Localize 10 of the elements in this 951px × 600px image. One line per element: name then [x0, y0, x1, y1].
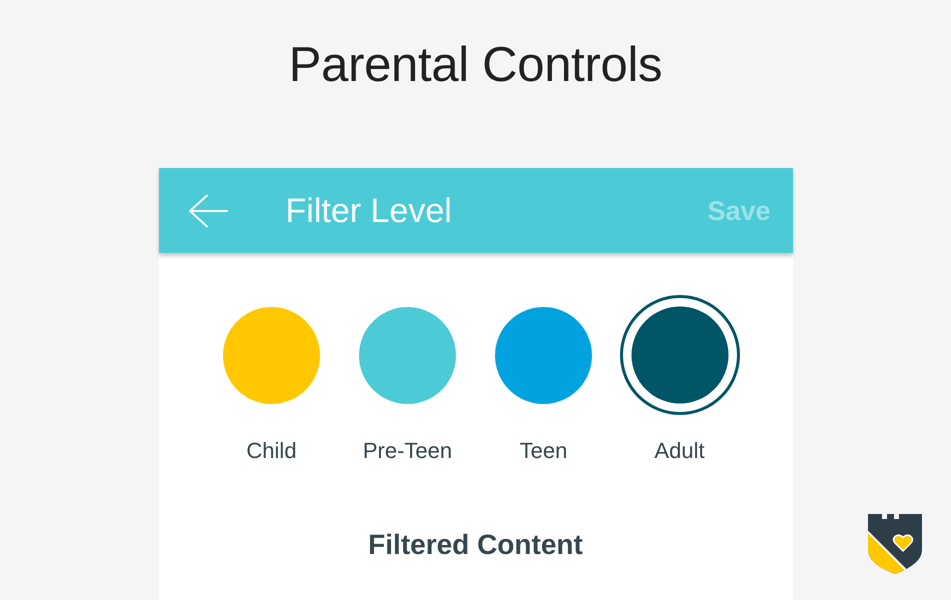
shield-heart-logo-icon	[868, 514, 922, 574]
filter-level-option[interactable]: Adult	[612, 295, 748, 464]
filter-level-option[interactable]: Child	[204, 295, 340, 464]
filter-level-option[interactable]: Pre-Teen	[340, 295, 476, 464]
back-arrow-icon	[188, 194, 228, 228]
page-title: Parental Controls	[288, 37, 662, 94]
back-button[interactable]	[188, 194, 228, 228]
screen-title: Filter Level	[286, 190, 452, 230]
section-heading: Filtered Content	[368, 528, 583, 562]
filter-level-option[interactable]: Teen	[476, 295, 612, 464]
